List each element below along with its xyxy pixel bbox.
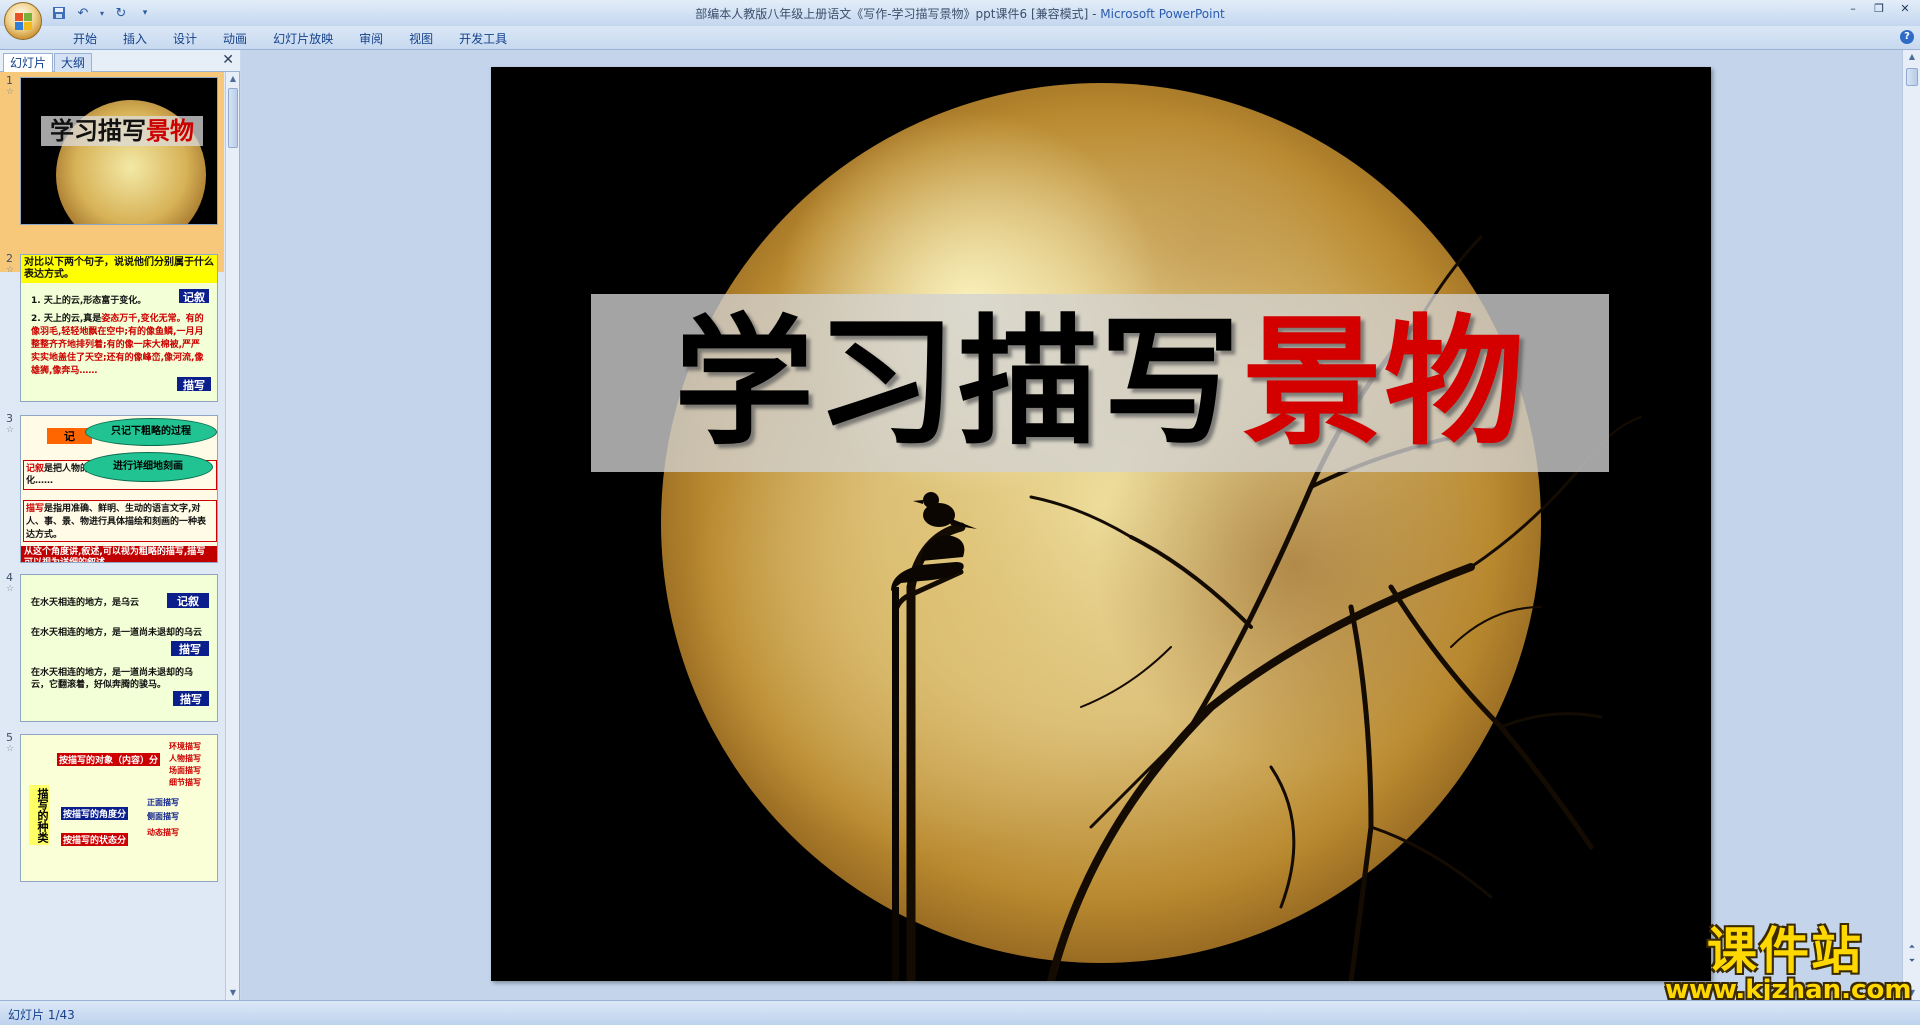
restore-icon[interactable]: ❐ [1868,2,1890,18]
slide-title-red: 景物 [1242,301,1527,465]
office-logo-icon [15,13,33,31]
window-title-doc: 部编本人教版八年级上册语文《写作-学习描写景物》ppt课件6 [兼容模式] - [695,7,1101,21]
scroll-down-icon[interactable]: ▼ [226,986,240,1000]
thumb-text-red: 记叙 [26,464,45,474]
slide-number: 4 [6,571,13,584]
current-slide[interactable]: 学习描写景物 [491,67,1711,981]
thumb-line: 1. 天上的云,形态富于变化。 [31,296,147,306]
slide-thumbnail-1[interactable]: 学习描写景物 [20,77,218,225]
watermark-logo: 课件站 www.kjzhan.com [1665,921,1911,1005]
slide-title[interactable]: 学习描写景物 [591,294,1609,472]
scroll-thumb[interactable] [228,88,238,148]
slide-thumb-row-1[interactable]: 1 ☆ 学习描写景物 [0,72,224,272]
tab-home[interactable]: 开始 [60,30,110,48]
transition-star-icon: ☆ [6,87,15,97]
previous-slide-icon[interactable]: ⏶ [1905,942,1919,954]
transition-star-icon: ☆ [6,425,15,435]
slide-number: 5 [6,731,13,744]
pane-scrollbar[interactable]: ▲ ▼ [225,72,239,1000]
thumb-category-label: 按描写的状态分 [61,833,129,846]
slide-counter: 幻灯片 1/43 [8,1008,75,1022]
thumb-side-label: 描写的种类 [29,785,49,845]
thumb-tag: 描写 [177,377,211,392]
thumb-sub-item: 动态描写 [147,828,179,837]
slide-title-black: 学习描写 [673,301,1242,465]
slide-thumb-row-4[interactable]: 4 ☆ 在水天相连的地方，是乌云 记叙 在水天相连的地方，是一道尚未退却的乌云 … [0,569,224,729]
minimize-icon[interactable]: – [1842,2,1864,18]
thumb-sub-item: 环境描写 [169,742,201,751]
thumb-sub-item: 细节描写 [169,778,201,787]
office-button[interactable] [4,2,42,40]
tab-slides[interactable]: 幻灯片 [3,53,54,72]
thumb-callout-bubble: 进行详细地刻画 [83,452,213,482]
window-controls: – ❐ ✕ [1842,2,1916,18]
thumb-category-label: 按描写的角度分 [61,807,129,820]
thumb-tag: 记叙 [179,289,209,304]
tab-developer[interactable]: 开发工具 [446,30,520,48]
thumb-title: 学习描写景物 [41,116,203,146]
slides-pane: 幻灯片 大纲 ✕ 1 ☆ 学习描写景物 2 ☆ 对比以下两个句子，说说他们分别属… [0,50,240,1000]
thumb-title-black: 学习描写 [50,116,146,145]
thumb-tag: 描写 [173,691,209,706]
slide-number: 2 [6,252,13,265]
thumb-sub-item: 正面描写 [147,798,179,807]
help-icon[interactable]: ? [1900,30,1914,44]
tab-animations[interactable]: 动画 [210,30,260,48]
thumb-sub-item: 人物描写 [169,754,201,763]
slide-thumbnail-5[interactable]: 描写的种类 按描写的对象（内容）分 环境描写 人物描写 场面描写 细节描写 按描… [20,734,218,882]
thumb-text: 2. 天上的云,真是 [31,314,102,324]
transition-star-icon: ☆ [6,744,15,754]
tab-outline[interactable]: 大纲 [54,53,93,72]
slide-thumb-row-2[interactable]: 2 ☆ 对比以下两个句子，说说他们分别属于什么表达方式。 1. 天上的云,形态富… [0,250,224,410]
thumb-box: 描写是指用准确、鲜明、生动的语言文字,对人、事、景、物进行具体描绘和刻画的一种表… [23,500,217,542]
tab-review[interactable]: 审阅 [346,30,396,48]
thumb-category-label: 按描写的对象（内容）分 [57,753,161,766]
thumb-line: 在水天相连的地方，是一道尚未退却的乌云 [31,628,203,638]
tab-slide-show[interactable]: 幻灯片放映 [260,30,346,48]
window-title: 部编本人教版八年级上册语文《写作-学习描写景物》ppt课件6 [兼容模式] - … [0,5,1920,22]
thumb-text: 是指用准确、鲜明、生动的语言文字,对人、事、景、物进行具体描绘和刻画的一种表达方… [26,504,207,540]
slide-thumbnails[interactable]: 1 ☆ 学习描写景物 2 ☆ 对比以下两个句子，说说他们分别属于什么表达方式。 … [0,72,224,1000]
thumb-tag: 记叙 [167,593,209,608]
thumb-header: 对比以下两个句子，说说他们分别属于什么表达方式。 [21,255,217,283]
next-slide-icon[interactable]: ⏷ [1905,956,1919,968]
ribbon-tab-bar: 开始 插入 设计 动画 幻灯片放映 审阅 视图 开发工具 ? [0,26,1920,50]
status-bar: 幻灯片 1/43 [0,1000,1920,1025]
title-bar: ↶ ▾ ↻ ▾ 部编本人教版八年级上册语文《写作-学习描写景物》ppt课件6 [… [0,0,1920,26]
tab-design[interactable]: 设计 [160,30,210,48]
window-title-app: Microsoft PowerPoint [1100,7,1225,21]
slide-thumbnail-4[interactable]: 在水天相连的地方，是乌云 记叙 在水天相连的地方，是一道尚未退却的乌云 描写 在… [20,574,218,722]
thumb-sub-item: 场面描写 [169,766,201,775]
scroll-thumb[interactable] [1906,68,1918,86]
pane-tab-bar: 幻灯片 大纲 ✕ [0,50,240,72]
thumb-text-red: 描写 [26,504,45,514]
thumb-line: 在水天相连的地方，是一道尚未退却的乌云，它翻滚着，好似奔腾的骏马。 [31,668,194,690]
slide-thumbnail-2[interactable]: 对比以下两个句子，说说他们分别属于什么表达方式。 1. 天上的云,形态富于变化。… [20,254,218,402]
scroll-up-icon[interactable]: ▲ [1903,50,1920,64]
editor-scrollbar[interactable]: ▲ ⏶ ⏷ ▼ [1902,50,1920,1000]
watermark-text: 课件站 [1707,921,1863,980]
tab-insert[interactable]: 插入 [110,30,160,48]
transition-star-icon: ☆ [6,265,15,275]
thumb-paragraph: 2. 天上的云,真是姿态万千,变化无常。有的像羽毛,轻轻地飘在空中;有的像鱼鳞,… [31,313,209,378]
slide-number: 3 [6,412,13,425]
slide-thumb-row-3[interactable]: 3 ☆ 记 记叙是把人物的经历和事物发生、发展、变化…… 描写是指用准确、鲜明、… [0,410,224,570]
scroll-up-icon[interactable]: ▲ [226,72,240,86]
slide-thumbnail-3[interactable]: 记 记叙是把人物的经历和事物发生、发展、变化…… 描写是指用准确、鲜明、生动的语… [20,415,218,563]
thumb-callout-bubble: 只记下粗略的过程 [85,418,217,446]
thumb-tag: 描写 [171,641,209,656]
close-icon[interactable]: ✕ [1894,2,1916,18]
thumb-title-red: 景物 [146,116,194,145]
slide-number: 1 [6,74,13,87]
ribbon-tab-list: 开始 插入 设计 动画 幻灯片放映 审阅 视图 开发工具 [60,30,520,48]
close-icon[interactable]: ✕ [222,52,234,68]
slide-thumb-row-5[interactable]: 5 ☆ 描写的种类 按描写的对象（内容）分 环境描写 人物描写 场面描写 细节描… [0,729,224,889]
tree-silhouette-image [891,235,1642,981]
thumb-red-bar: 从这个角度讲,叙述,可以视为粗略的描写,描写可以视为详细的叙述。 [21,546,217,562]
thumb-sub-item: 侧面描写 [147,812,179,821]
transition-star-icon: ☆ [6,584,15,594]
tab-view[interactable]: 视图 [396,30,446,48]
